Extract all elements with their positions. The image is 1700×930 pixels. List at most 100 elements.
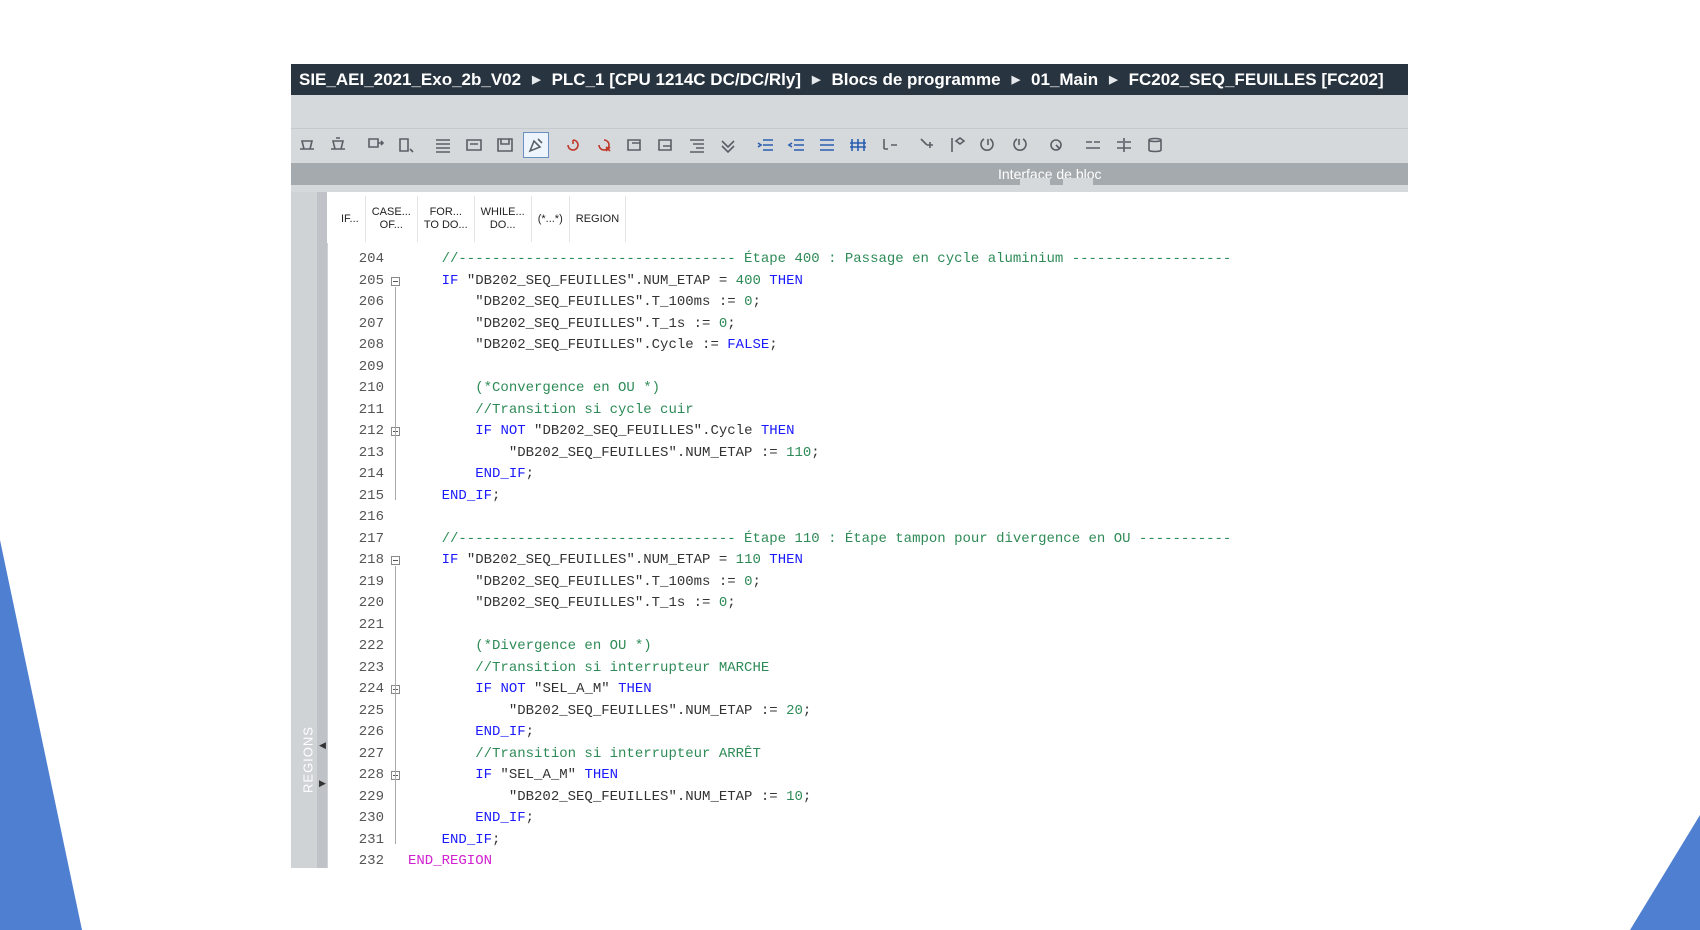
move-up-icon[interactable] xyxy=(877,133,901,157)
line-number: 219 xyxy=(358,573,384,590)
snippet-label: IF... xyxy=(341,212,359,225)
code-line[interactable]: IF NOT "DB202_SEQ_FEUILLES".Cycle THEN xyxy=(408,423,794,439)
fold-toggle-icon[interactable] xyxy=(391,556,400,565)
collapse-arrow-icon[interactable]: ◀ xyxy=(319,740,326,751)
line-number: 229 xyxy=(358,788,384,805)
code-line[interactable]: END_IF; xyxy=(408,724,534,740)
snippet-button[interactable]: WHILE... DO... xyxy=(475,196,532,242)
breadcrumb-item-block[interactable]: FC202_SEQ_FEUILLES [FC202] xyxy=(1129,70,1384,90)
fold-guide xyxy=(395,437,396,478)
expand-arrow-icon[interactable]: ▶ xyxy=(319,778,326,789)
code-line[interactable]: "DB202_SEQ_FEUILLES".T_100ms := 0; xyxy=(408,294,761,310)
block-icon[interactable] xyxy=(462,133,486,157)
comment-icon[interactable] xyxy=(685,133,709,157)
compare-offline-icon[interactable] xyxy=(1112,133,1136,157)
line-number: 207 xyxy=(358,315,384,332)
code-line[interactable]: END_IF; xyxy=(408,832,501,848)
verify-icon[interactable] xyxy=(716,133,740,157)
code-line[interactable]: IF NOT "SEL_A_M" THEN xyxy=(408,681,651,697)
snippet-button[interactable]: REGION xyxy=(570,196,627,242)
delete-network-icon[interactable] xyxy=(592,133,616,157)
line-number: 211 xyxy=(358,401,384,418)
code-line[interactable]: IF "DB202_SEQ_FEUILLES".NUM_ETAP = 110 T… xyxy=(408,552,803,568)
snippet-button[interactable]: (*...*) xyxy=(532,196,570,242)
background-shape-right xyxy=(1630,815,1700,930)
breadcrumb-separator-icon: ▶ xyxy=(811,74,821,86)
code-line[interactable]: "DB202_SEQ_FEUILLES".T_1s := 0; xyxy=(408,316,735,332)
code-line[interactable]: //--------------------------------- Étap… xyxy=(408,251,1232,267)
save-icon[interactable] xyxy=(493,133,517,157)
snippet-button[interactable]: FOR... TO DO... xyxy=(418,196,475,242)
line-number: 213 xyxy=(358,444,384,461)
snippet-button[interactable]: IF... xyxy=(327,196,366,242)
code-line[interactable]: IF "SEL_A_M" THEN xyxy=(408,767,618,783)
close-all-icon[interactable] xyxy=(654,133,678,157)
code-line[interactable]: "DB202_SEQ_FEUILLES".NUM_ETAP := 10; xyxy=(408,789,811,805)
next-bookmark-icon[interactable] xyxy=(976,133,1000,157)
watch-icon[interactable] xyxy=(1044,133,1068,157)
line-number: 216 xyxy=(358,509,384,525)
code-line[interactable]: "DB202_SEQ_FEUILLES".NUM_ETAP := 20; xyxy=(408,703,811,719)
block-interface-bar[interactable]: Interface de bloc xyxy=(291,163,1408,185)
code-line[interactable]: END_IF; xyxy=(408,810,534,826)
breadcrumb-item-plc[interactable]: PLC_1 [CPU 1214C DC/DC/Rly] xyxy=(552,70,801,90)
code-line[interactable]: END_IF; xyxy=(408,488,501,504)
regions-sidebar[interactable]: REGIONS xyxy=(291,192,317,868)
database-icon[interactable] xyxy=(1143,133,1167,157)
line-number: 228 xyxy=(358,767,384,783)
breadcrumb: SIE_AEI_2021_Exo_2b_V02 ▶ PLC_1 [CPU 121… xyxy=(291,64,1408,95)
code-line[interactable]: IF "DB202_SEQ_FEUILLES".NUM_ETAP = 400 T… xyxy=(408,273,803,289)
prev-bookmark-icon[interactable] xyxy=(1007,133,1031,157)
go-online-icon[interactable] xyxy=(394,133,418,157)
instruction-snippets-bar: IF... CASE... OF... FOR... TO DO... WHILE... D… xyxy=(327,195,1408,244)
line-number: 218 xyxy=(358,552,384,568)
breadcrumb-item-blocks[interactable]: Blocs de programme xyxy=(831,70,1000,90)
code-line[interactable]: //--------------------------------- Étap… xyxy=(408,531,1232,547)
code-line[interactable]: "DB202_SEQ_FEUILLES".NUM_ETAP := 110; xyxy=(408,445,820,461)
highlight-icon[interactable] xyxy=(523,132,549,158)
code-line[interactable]: (*Divergence en OU *) xyxy=(408,638,651,654)
code-line[interactable]: "DB202_SEQ_FEUILLES".Cycle := FALSE; xyxy=(408,337,777,353)
code-line[interactable]: (*Convergence en OU *) xyxy=(408,380,660,396)
fold-toggle-icon[interactable] xyxy=(391,276,400,286)
breadcrumb-item-main[interactable]: 01_Main xyxy=(1031,70,1098,90)
list-icon[interactable] xyxy=(431,133,455,157)
line-number-gutter: 204 205 206 207 208 209 210 211 212 213 214 215 216 2… xyxy=(328,243,401,868)
compile-all-icon[interactable] xyxy=(326,133,350,157)
outdent-icon[interactable] xyxy=(784,133,808,157)
download-icon[interactable] xyxy=(363,133,387,157)
code-line[interactable]: //Transition si interrupteur MARCHE xyxy=(408,660,769,676)
code-line[interactable]: "DB202_SEQ_FEUILLES".T_100ms := 0; xyxy=(408,574,761,590)
open-all-icon[interactable] xyxy=(623,133,647,157)
line-number: 217 xyxy=(358,530,384,547)
snippet-label: (*...*) xyxy=(537,212,563,225)
code-line[interactable]: END_IF; xyxy=(408,466,534,482)
code-line[interactable]: "DB202_SEQ_FEUILLES".T_1s := 0; xyxy=(408,595,735,611)
code-editor[interactable]: 204 205 206 207 208 209 210 211 212 213 214 215 216 2… xyxy=(327,243,1408,868)
move-down-icon[interactable] xyxy=(914,133,938,157)
line-number: 209 xyxy=(358,358,384,375)
code-line[interactable]: //Transition si interrupteur ARRÊT xyxy=(408,746,761,762)
line-number: 208 xyxy=(358,337,384,353)
indent-icon[interactable] xyxy=(753,133,777,157)
code-line[interactable]: //Transition si cycle cuir xyxy=(408,402,693,418)
compare-icon[interactable] xyxy=(1081,133,1105,157)
snippet-label: REGION xyxy=(575,212,620,225)
breadcrumb-item-project[interactable]: SIE_AEI_2021_Exo_2b_V02 xyxy=(299,70,521,90)
align-icon[interactable] xyxy=(846,133,870,157)
unindent-icon[interactable] xyxy=(815,133,839,157)
sidebar-toggle[interactable]: ◀ ▶ xyxy=(317,192,327,868)
splitter-handle-collapse[interactable] xyxy=(1063,178,1093,185)
snippet-button[interactable]: CASE... OF... xyxy=(366,196,418,242)
line-number: 212 xyxy=(358,423,384,439)
editor-toolbar xyxy=(295,130,1405,160)
compile-icon[interactable] xyxy=(295,133,319,157)
line-number: 231 xyxy=(358,831,384,848)
code-line[interactable]: END_REGION xyxy=(408,853,492,868)
line-number: 221 xyxy=(358,616,384,633)
insert-network-icon[interactable] xyxy=(561,133,585,157)
breadcrumb-separator-icon: ▶ xyxy=(1011,74,1021,86)
bookmark-icon[interactable] xyxy=(945,133,969,157)
splitter-handle[interactable] xyxy=(1020,178,1050,185)
line-number: 232 xyxy=(358,853,384,868)
